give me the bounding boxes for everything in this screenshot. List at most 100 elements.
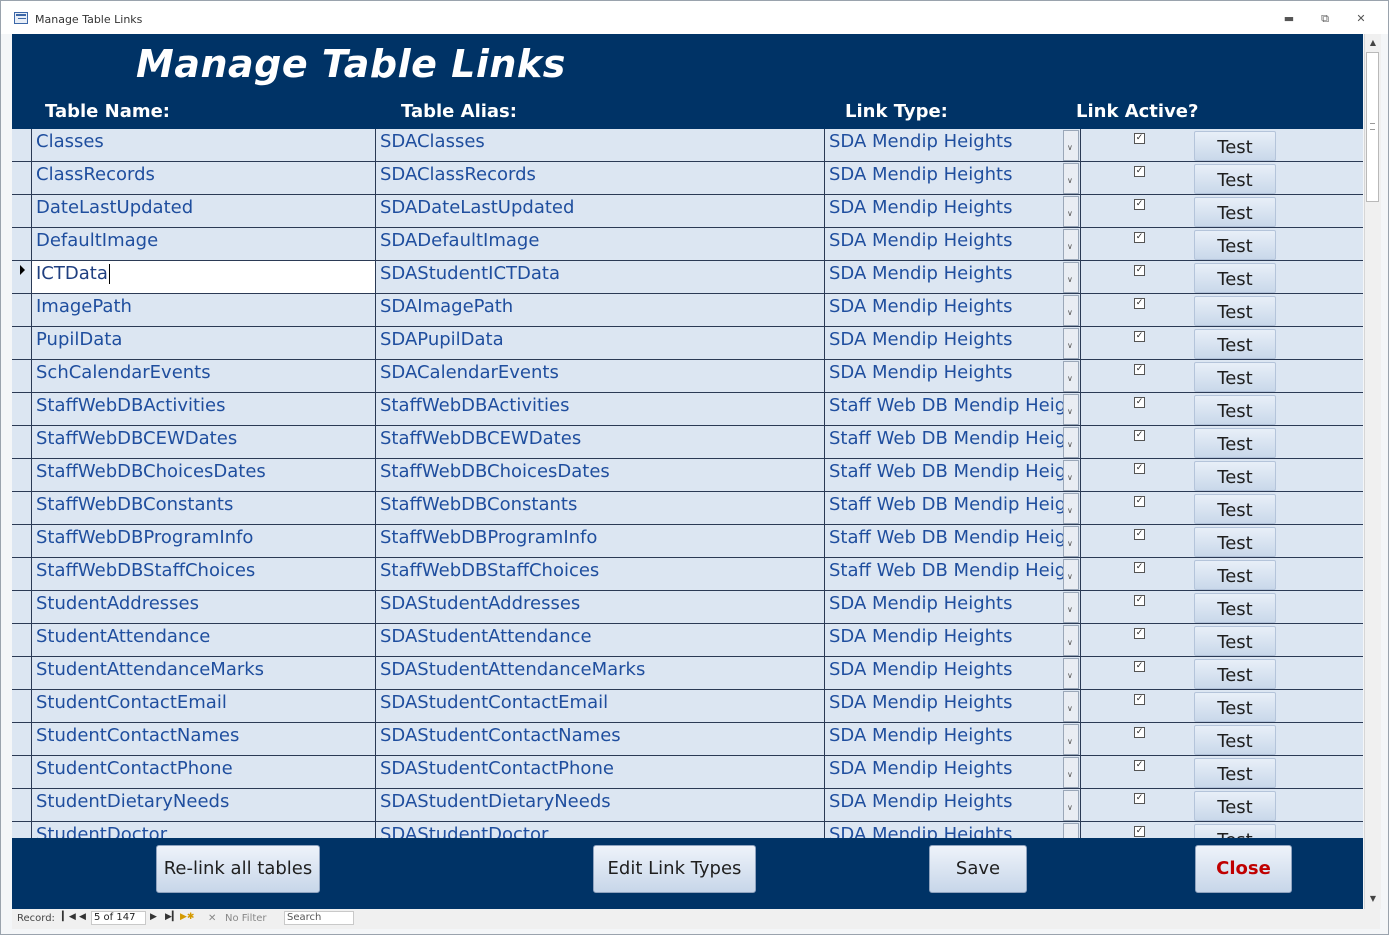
- link-type-combo[interactable]: Staff Web DB Mendip Heights: [825, 525, 1063, 557]
- link-active-checkbox[interactable]: ✓: [1134, 628, 1145, 639]
- link-active-checkbox[interactable]: ✓: [1134, 430, 1145, 441]
- link-type-dropdown-button[interactable]: ∨: [1063, 394, 1079, 425]
- table-name-field[interactable]: StaffWebDBActivities: [32, 393, 376, 425]
- table-name-field[interactable]: Classes: [32, 129, 376, 161]
- test-button[interactable]: Test: [1194, 197, 1276, 227]
- table-name-field[interactable]: StudentContactNames: [32, 723, 376, 755]
- test-button[interactable]: Test: [1194, 692, 1276, 722]
- table-alias-field[interactable]: StaffWebDBCEWDates: [376, 426, 825, 458]
- link-type-combo[interactable]: SDA Mendip Heights: [825, 228, 1063, 260]
- link-type-combo[interactable]: Staff Web DB Mendip Heights: [825, 492, 1063, 524]
- test-button[interactable]: Test: [1194, 230, 1276, 260]
- table-alias-field[interactable]: StaffWebDBProgramInfo: [376, 525, 825, 557]
- record-selector[interactable]: [12, 558, 32, 590]
- test-button[interactable]: Test: [1194, 758, 1276, 788]
- table-name-field[interactable]: ICTData: [32, 261, 376, 293]
- link-type-dropdown-button[interactable]: ∨: [1063, 130, 1079, 161]
- test-button[interactable]: Test: [1194, 593, 1276, 623]
- record-selector[interactable]: [12, 525, 32, 557]
- previous-record-icon[interactable]: ◀: [79, 912, 86, 922]
- link-type-dropdown-button[interactable]: ∨: [1063, 757, 1079, 788]
- test-button[interactable]: Test: [1194, 527, 1276, 557]
- record-selector[interactable]: [12, 624, 32, 656]
- link-type-combo[interactable]: Staff Web DB Mendip Heights: [825, 558, 1063, 590]
- link-active-checkbox[interactable]: ✓: [1134, 661, 1145, 672]
- link-type-dropdown-button[interactable]: ∨: [1063, 493, 1079, 524]
- table-alias-field[interactable]: SDAImagePath: [376, 294, 825, 326]
- table-alias-field[interactable]: SDAClassRecords: [376, 162, 825, 194]
- record-selector[interactable]: [12, 426, 32, 458]
- table-alias-field[interactable]: SDAStudentAttendanceMarks: [376, 657, 825, 689]
- record-selector[interactable]: [12, 393, 32, 425]
- table-alias-field[interactable]: SDAClasses: [376, 129, 825, 161]
- table-name-field[interactable]: StudentDoctor: [32, 822, 376, 838]
- table-name-field[interactable]: StudentAddresses: [32, 591, 376, 623]
- table-alias-field[interactable]: SDAStudentICTData: [376, 261, 825, 293]
- link-type-combo[interactable]: SDA Mendip Heights: [825, 690, 1063, 722]
- link-type-combo[interactable]: SDA Mendip Heights: [825, 129, 1063, 161]
- link-type-dropdown-button[interactable]: ∨: [1063, 625, 1079, 656]
- new-record-icon[interactable]: ▶✱: [180, 912, 194, 922]
- record-selector[interactable]: [12, 327, 32, 359]
- link-type-dropdown-button[interactable]: ∨: [1063, 196, 1079, 227]
- link-type-combo[interactable]: SDA Mendip Heights: [825, 789, 1063, 821]
- test-button[interactable]: Test: [1194, 362, 1276, 392]
- test-button[interactable]: Test: [1194, 428, 1276, 458]
- table-name-field[interactable]: ImagePath: [32, 294, 376, 326]
- record-selector[interactable]: [12, 360, 32, 392]
- first-record-icon[interactable]: ▎◀: [62, 912, 76, 922]
- record-selector[interactable]: [12, 690, 32, 722]
- link-type-combo[interactable]: Staff Web DB Mendip Heights: [825, 393, 1063, 425]
- link-type-combo[interactable]: SDA Mendip Heights: [825, 327, 1063, 359]
- table-alias-field[interactable]: SDADefaultImage: [376, 228, 825, 260]
- table-name-field[interactable]: StudentDietaryNeeds: [32, 789, 376, 821]
- table-alias-field[interactable]: SDAStudentDoctor: [376, 822, 825, 838]
- record-selector[interactable]: [12, 657, 32, 689]
- link-type-dropdown-button[interactable]: ∨: [1063, 262, 1079, 293]
- test-button[interactable]: Test: [1194, 725, 1276, 755]
- table-name-field[interactable]: SchCalendarEvents: [32, 360, 376, 392]
- record-selector[interactable]: [12, 822, 32, 838]
- table-alias-field[interactable]: SDAStudentDietaryNeeds: [376, 789, 825, 821]
- link-active-checkbox[interactable]: ✓: [1134, 463, 1145, 474]
- table-alias-field[interactable]: StaffWebDBStaffChoices: [376, 558, 825, 590]
- test-button[interactable]: Test: [1194, 329, 1276, 359]
- link-type-combo[interactable]: SDA Mendip Heights: [825, 591, 1063, 623]
- link-type-dropdown-button[interactable]: ∨: [1063, 691, 1079, 722]
- link-type-combo[interactable]: SDA Mendip Heights: [825, 360, 1063, 392]
- no-filter-label[interactable]: No Filter: [225, 913, 267, 924]
- test-button[interactable]: Test: [1194, 824, 1276, 838]
- link-active-checkbox[interactable]: ✓: [1134, 727, 1145, 738]
- test-button[interactable]: Test: [1194, 791, 1276, 821]
- link-type-dropdown-button[interactable]: ∨: [1063, 724, 1079, 755]
- link-active-checkbox[interactable]: ✓: [1134, 331, 1145, 342]
- link-active-checkbox[interactable]: ✓: [1134, 397, 1145, 408]
- record-number-input[interactable]: 5 of 147: [91, 911, 146, 925]
- test-button[interactable]: Test: [1194, 659, 1276, 689]
- test-button[interactable]: Test: [1194, 626, 1276, 656]
- last-record-icon[interactable]: ▶▎: [165, 912, 179, 922]
- link-active-checkbox[interactable]: ✓: [1134, 562, 1145, 573]
- link-type-dropdown-button[interactable]: ∨: [1063, 790, 1079, 821]
- record-selector[interactable]: [12, 789, 32, 821]
- table-name-field[interactable]: StaffWebDBCEWDates: [32, 426, 376, 458]
- save-button[interactable]: Save: [929, 845, 1027, 893]
- table-alias-field[interactable]: SDAStudentContactEmail: [376, 690, 825, 722]
- test-button[interactable]: Test: [1194, 494, 1276, 524]
- table-name-field[interactable]: StudentAttendance: [32, 624, 376, 656]
- link-type-dropdown-button[interactable]: ∨: [1063, 229, 1079, 260]
- test-button[interactable]: Test: [1194, 461, 1276, 491]
- filter-icon[interactable]: ✕: [208, 913, 216, 924]
- record-selector[interactable]: [12, 261, 32, 293]
- record-selector[interactable]: [12, 492, 32, 524]
- link-active-checkbox[interactable]: ✓: [1134, 298, 1145, 309]
- table-alias-field[interactable]: SDAStudentAttendance: [376, 624, 825, 656]
- link-active-checkbox[interactable]: ✓: [1134, 199, 1145, 210]
- record-selector[interactable]: [12, 459, 32, 491]
- link-type-combo[interactable]: SDA Mendip Heights: [825, 723, 1063, 755]
- table-alias-field[interactable]: SDAStudentContactPhone: [376, 756, 825, 788]
- link-type-combo[interactable]: SDA Mendip Heights: [825, 162, 1063, 194]
- relink-all-tables-button[interactable]: Re-link all tables: [156, 845, 320, 893]
- table-alias-field[interactable]: SDAStudentContactNames: [376, 723, 825, 755]
- table-name-field[interactable]: StudentContactPhone: [32, 756, 376, 788]
